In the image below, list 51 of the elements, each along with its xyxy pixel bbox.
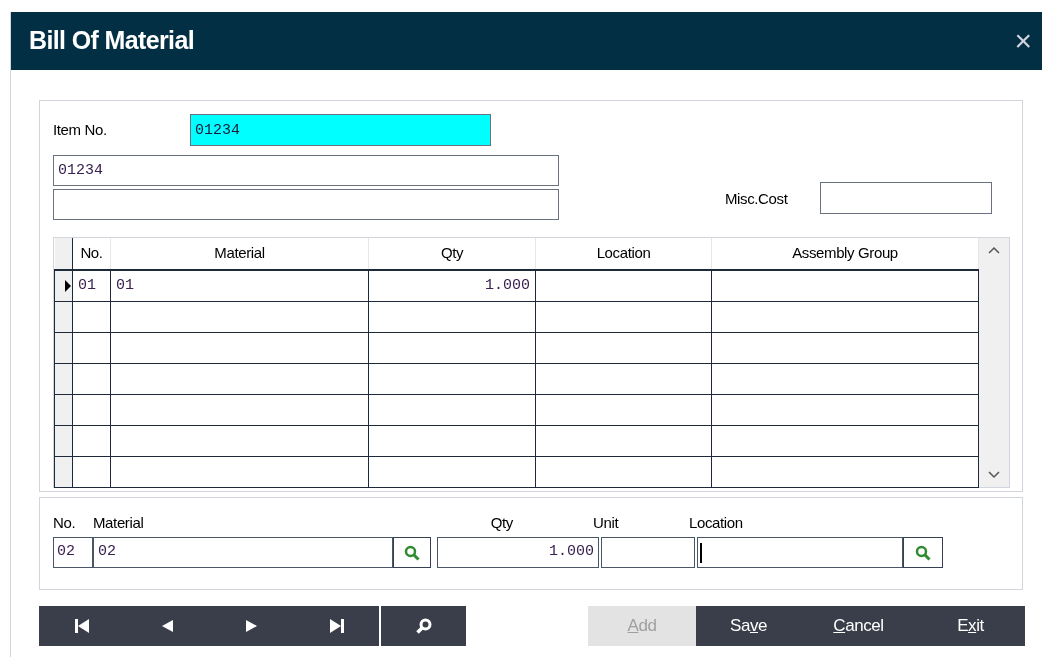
row-selector[interactable] bbox=[54, 270, 73, 301]
location-lookup-button[interactable] bbox=[903, 537, 943, 568]
row-selector[interactable] bbox=[54, 332, 73, 363]
location-field[interactable] bbox=[697, 537, 903, 568]
find-button[interactable] bbox=[381, 606, 466, 646]
last-icon bbox=[328, 618, 345, 634]
row-selector[interactable] bbox=[54, 456, 73, 487]
first-icon bbox=[73, 618, 90, 634]
row-selector[interactable] bbox=[54, 425, 73, 456]
number-label: No. bbox=[53, 512, 77, 533]
material-header[interactable]: Material bbox=[110, 238, 369, 270]
search-icon bbox=[404, 544, 420, 561]
item-number-label: Item No. bbox=[53, 119, 108, 140]
save-button[interactable]: Save bbox=[696, 606, 801, 646]
text-cursor bbox=[700, 542, 702, 563]
row-selector[interactable] bbox=[54, 363, 73, 394]
quantity-label: Qty bbox=[489, 512, 514, 533]
description-field[interactable] bbox=[53, 189, 559, 220]
quantity-field[interactable]: 1.000 bbox=[437, 537, 599, 568]
location-label: Location bbox=[689, 512, 743, 533]
material-lookup-button[interactable] bbox=[393, 537, 431, 568]
table-cell: 01 bbox=[116, 276, 134, 294]
first-record-button[interactable] bbox=[39, 606, 124, 646]
scroll-up-icon[interactable] bbox=[988, 246, 1000, 254]
material-label: Material bbox=[93, 512, 145, 533]
table-cell: 1.000 bbox=[485, 276, 530, 294]
item-number-field[interactable]: 01234 bbox=[190, 114, 491, 146]
misc-cost-label: Misc.Cost bbox=[725, 188, 789, 209]
row-selector[interactable] bbox=[54, 394, 73, 425]
current-row-icon bbox=[65, 279, 71, 292]
description-field[interactable]: 01234 bbox=[53, 155, 559, 186]
material-field[interactable]: 02 bbox=[93, 537, 393, 568]
cancel-button[interactable]: Cancel bbox=[801, 606, 916, 646]
close-button[interactable]: × bbox=[1014, 26, 1032, 56]
location-header[interactable]: Location bbox=[535, 238, 712, 270]
search-icon bbox=[415, 618, 432, 634]
quantity-header[interactable]: Qty bbox=[368, 238, 536, 270]
window-title: Bill Of Material bbox=[29, 25, 195, 57]
search-icon bbox=[915, 544, 931, 561]
last-record-button[interactable] bbox=[294, 606, 379, 646]
misc-cost-field[interactable] bbox=[820, 182, 992, 214]
exit-button[interactable]: Exit bbox=[916, 606, 1025, 646]
number-header[interactable]: No. bbox=[72, 238, 111, 270]
assembly-group-header[interactable]: Assembly Group bbox=[711, 238, 979, 270]
unit-label: Unit bbox=[593, 512, 620, 533]
row-selector[interactable] bbox=[54, 301, 73, 332]
table-cell: 01 bbox=[78, 276, 96, 294]
scrollbar[interactable] bbox=[979, 238, 1009, 487]
unit-field[interactable] bbox=[601, 537, 695, 568]
number-field[interactable]: 02 bbox=[53, 537, 93, 568]
scroll-down-icon[interactable] bbox=[988, 471, 1000, 479]
